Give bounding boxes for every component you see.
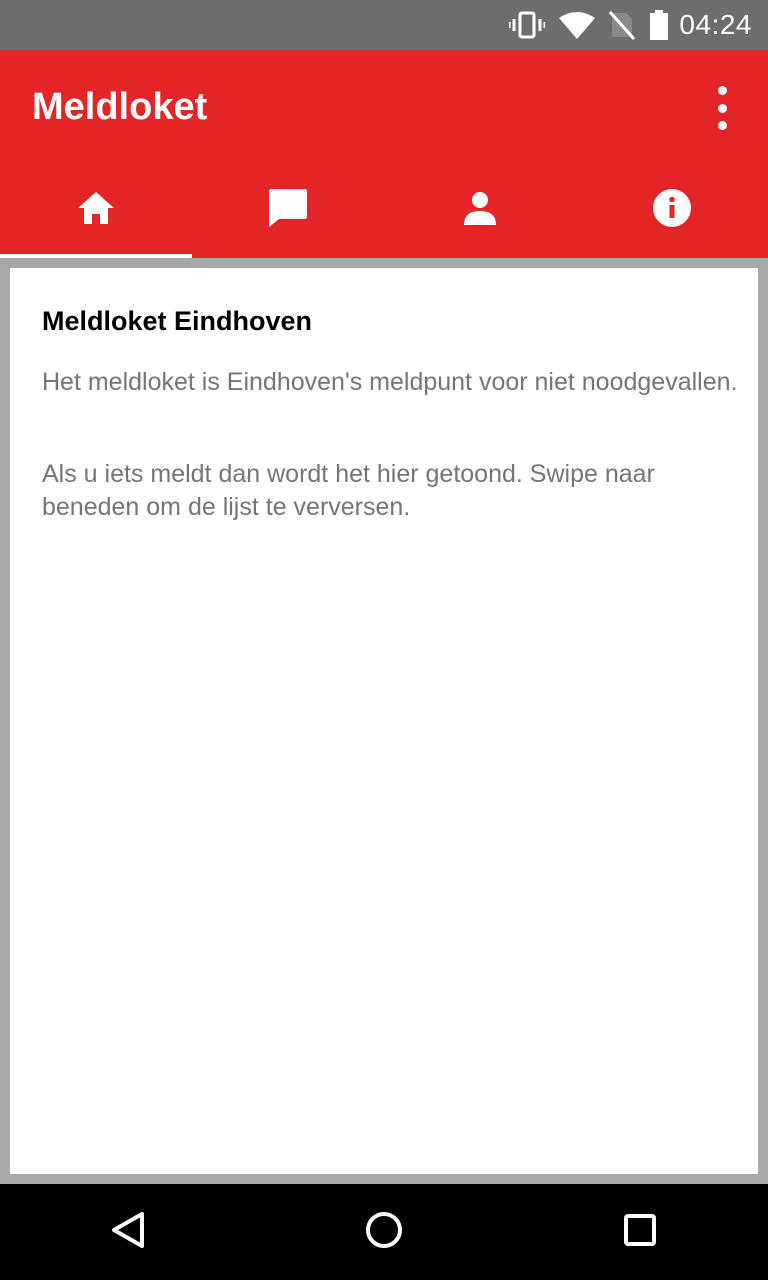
status-time: 04:24 xyxy=(679,9,752,40)
home-button[interactable] xyxy=(336,1184,432,1280)
tab-home[interactable] xyxy=(0,162,192,258)
content-card: Meldloket Eindhoven Het meldloket is Ein… xyxy=(10,268,758,1174)
chat-icon xyxy=(267,187,309,233)
menu-dot xyxy=(717,103,727,113)
overflow-menu-icon[interactable] xyxy=(704,86,740,130)
back-icon xyxy=(108,1210,148,1254)
status-bar: 04:24 xyxy=(0,0,768,50)
wifi-icon xyxy=(559,11,596,39)
vibrate-icon xyxy=(509,10,546,40)
tab-bar xyxy=(0,162,768,258)
app-title: Meldloket xyxy=(32,86,208,128)
tab-profile[interactable] xyxy=(384,162,576,258)
info-icon xyxy=(652,188,692,232)
home-circle-icon xyxy=(364,1210,404,1254)
home-icon xyxy=(76,190,116,230)
status-icons: 04:24 xyxy=(495,9,752,41)
tab-selected-indicator xyxy=(0,254,192,258)
intro-text: Het meldloket is Eindhoven's meldpunt vo… xyxy=(42,368,738,396)
person-icon xyxy=(462,191,498,229)
tab-info[interactable] xyxy=(576,162,768,258)
card-title: Meldloket Eindhoven xyxy=(42,306,313,336)
tab-messages[interactable] xyxy=(192,162,384,258)
back-button[interactable] xyxy=(80,1184,176,1280)
empty-list-hint: Als u iets meldt dan wordt het hier geto… xyxy=(42,460,655,521)
recents-button[interactable] xyxy=(592,1184,688,1280)
battery-icon xyxy=(649,10,669,40)
recents-icon xyxy=(622,1212,658,1252)
no-sim-icon xyxy=(609,10,636,40)
app-bar: Meldloket xyxy=(0,50,768,258)
system-nav-bar xyxy=(0,1184,768,1280)
menu-dot xyxy=(717,86,727,95)
menu-dot xyxy=(717,121,727,130)
